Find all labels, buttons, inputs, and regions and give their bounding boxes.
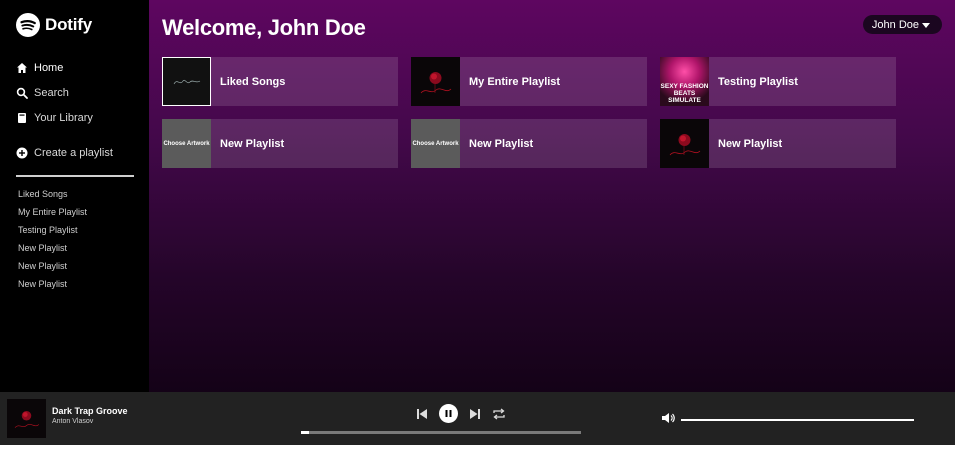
caret-down-icon [922, 23, 930, 28]
playlist-card[interactable]: SEXY FASHION BEATS SIMULATE Testing Play… [660, 57, 896, 106]
artwork-text: SEXY FASHION BEATS SIMULATE [660, 83, 709, 104]
next-icon[interactable] [468, 407, 482, 421]
page-title: Welcome, John Doe [162, 15, 366, 40]
nav-home-label: Home [34, 61, 64, 74]
previous-icon[interactable] [415, 407, 429, 421]
nav-library[interactable]: Your Library [16, 105, 135, 130]
repeat-icon[interactable] [492, 407, 506, 421]
playlist-card[interactable]: My Entire Playlist [411, 57, 647, 106]
rose-artwork-icon [14, 410, 40, 428]
app-name: Dotify [45, 15, 92, 34]
choose-artwork-label: Choose Artwork [412, 140, 459, 147]
nav-library-label: Your Library [34, 111, 93, 124]
logo[interactable]: Dotify [16, 11, 135, 39]
user-menu-label: John Doe [871, 18, 919, 31]
plus-circle-icon [16, 147, 28, 158]
choose-artwork[interactable]: Choose Artwork [162, 119, 211, 168]
sidebar-playlist-item[interactable]: Testing Playlist [16, 221, 135, 239]
progress-fill [301, 431, 310, 434]
volume-icon[interactable] [661, 412, 675, 424]
main-content: Welcome, John Doe John Doe Liked Songs M… [149, 0, 955, 392]
main-nav: Home Search Your Library Create a playli… [16, 55, 135, 165]
playlist-card[interactable]: New Playlist [660, 119, 896, 168]
playlist-card-title: New Playlist [220, 137, 285, 150]
sidebar: Dotify Home Search Your Library Create a… [0, 0, 149, 392]
sidebar-playlist-item[interactable]: New Playlist [16, 275, 135, 293]
user-menu-button[interactable]: John Doe [862, 15, 942, 34]
pause-button[interactable] [439, 404, 458, 423]
playlist-artwork [660, 119, 709, 168]
nav-home[interactable]: Home [16, 55, 135, 80]
playlist-artwork: SEXY FASHION BEATS SIMULATE [660, 57, 709, 106]
sidebar-divider [16, 175, 134, 177]
sidebar-playlist-item[interactable]: Liked Songs [16, 185, 135, 203]
search-icon [16, 87, 28, 99]
playlist-card[interactable]: Liked Songs [162, 57, 398, 106]
playlist-card-title: New Playlist [718, 137, 783, 150]
playlist-card-title: My Entire Playlist [469, 75, 561, 88]
library-icon [18, 112, 26, 123]
volume-slider[interactable] [681, 419, 914, 421]
dotify-logo-icon [16, 13, 40, 37]
player-bar: Dark Trap Groove Anton Vlasov [0, 392, 955, 445]
home-icon [17, 62, 27, 73]
now-playing-artist[interactable]: Anton Vlasov [52, 418, 93, 425]
choose-artwork[interactable]: Choose Artwork [411, 119, 460, 168]
now-playing-artwork [7, 399, 46, 438]
playlist-artwork [411, 57, 460, 106]
playlist-grid: Liked Songs My Entire Playlist SEXY FASH… [162, 57, 896, 168]
create-playlist-label: Create a playlist [34, 146, 113, 159]
sidebar-playlist-item[interactable]: My Entire Playlist [16, 203, 135, 221]
playlist-card-title: Liked Songs [220, 75, 286, 88]
nav-search[interactable]: Search [16, 80, 135, 105]
playlist-card-title: Testing Playlist [718, 75, 798, 88]
create-playlist-button[interactable]: Create a playlist [16, 140, 135, 165]
page-bottom-edge [0, 445, 955, 449]
sidebar-playlists: Liked Songs My Entire Playlist Testing P… [16, 185, 135, 293]
playlist-card-title: New Playlist [469, 137, 534, 150]
playlist-card[interactable]: Choose Artwork New Playlist [411, 119, 647, 168]
playlist-card[interactable]: Choose Artwork New Playlist [162, 119, 398, 168]
sidebar-playlist-item[interactable]: New Playlist [16, 257, 135, 275]
playback-controls [415, 404, 506, 423]
playlist-artwork [162, 57, 211, 106]
sidebar-playlist-item[interactable]: New Playlist [16, 239, 135, 257]
choose-artwork-label: Choose Artwork [163, 140, 210, 147]
nav-search-label: Search [34, 86, 69, 99]
rose-artwork-icon [420, 72, 452, 94]
rose-artwork-icon [669, 134, 701, 156]
pause-icon [445, 410, 452, 417]
progress-bar[interactable] [301, 431, 581, 434]
now-playing-title[interactable]: Dark Trap Groove [52, 406, 128, 416]
signature-artwork-icon [173, 79, 200, 84]
volume-fill [681, 419, 914, 421]
